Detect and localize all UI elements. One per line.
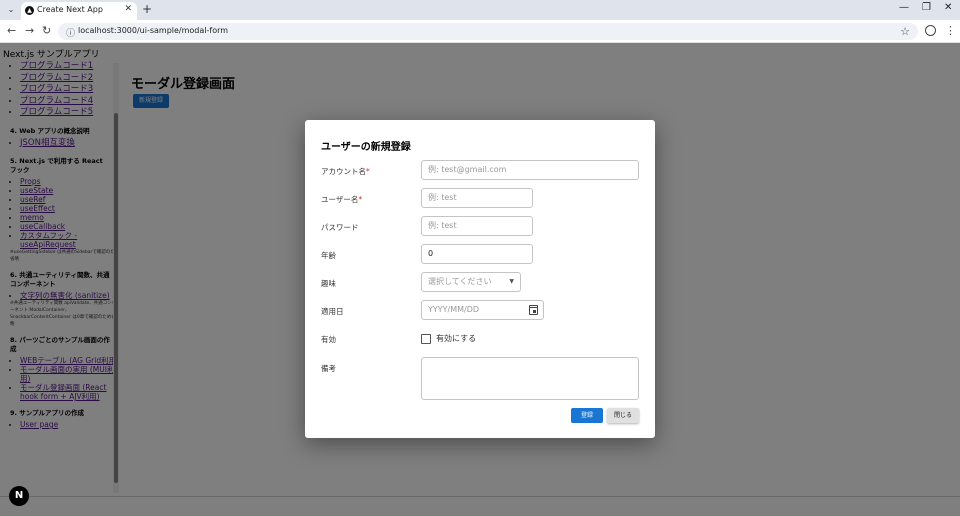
hobby-select-value: 選択してください	[428, 277, 492, 286]
back-icon[interactable]: ←	[7, 24, 16, 37]
active-checkbox-label[interactable]: 有効にする	[436, 333, 476, 344]
date-label: 適用日	[321, 307, 344, 316]
password-input[interactable]: 例: test	[421, 216, 533, 236]
hobby-select[interactable]: 選択してください ▼	[421, 272, 521, 292]
omnibox[interactable]: ⓘ localhost:3000/ui-sample/modal-form ☆	[58, 23, 918, 40]
required-mark: *	[366, 167, 370, 176]
age-input[interactable]: 0	[421, 244, 533, 264]
nextjs-dev-indicator-icon[interactable]: N	[9, 486, 29, 506]
close-button[interactable]: 閉じる	[607, 408, 639, 423]
active-label: 有効	[321, 335, 336, 344]
date-input[interactable]: YYYY/MM/DD	[421, 300, 544, 320]
tab-close-icon[interactable]: ✕	[124, 4, 132, 14]
notes-label: 備考	[321, 364, 336, 373]
new-tab-icon[interactable]: +	[142, 2, 152, 16]
register-modal: ユーザーの新規登録 アカウント名* 例: test@gmail.com ユーザー…	[305, 120, 655, 438]
tab-title: Create Next App	[37, 5, 103, 14]
modal-title: ユーザーの新規登録	[321, 142, 411, 153]
account-label: アカウント名*	[321, 167, 370, 176]
dropdown-arrow-icon: ▼	[509, 278, 514, 285]
account-input[interactable]: 例: test@gmail.com	[421, 160, 639, 180]
required-mark: *	[358, 195, 363, 204]
browser-tab[interactable]: ▲ Create Next App ✕	[21, 2, 137, 20]
reload-icon[interactable]: ↻	[42, 24, 51, 37]
submit-button[interactable]: 登録	[571, 408, 603, 423]
window-close-icon[interactable]: ✕	[944, 2, 952, 13]
minimize-icon[interactable]: —	[899, 2, 909, 13]
notes-textarea[interactable]	[421, 357, 639, 400]
browser-menu-icon[interactable]: ⋮	[945, 24, 956, 37]
active-checkbox[interactable]	[421, 334, 431, 344]
forward-icon[interactable]: →	[25, 24, 34, 37]
browser-tab-bar: ⌄ ▲ Create Next App ✕ + — ❐ ✕	[0, 0, 960, 20]
url-text[interactable]: localhost:3000/ui-sample/modal-form	[78, 26, 228, 35]
site-info-icon[interactable]: ⓘ	[66, 26, 75, 39]
nextjs-favicon-icon: ▲	[25, 6, 34, 15]
address-bar: ← → ↻ ⓘ localhost:3000/ui-sample/modal-f…	[0, 20, 960, 43]
tab-search-icon[interactable]: ⌄	[4, 3, 18, 17]
password-label: パスワード	[321, 223, 359, 232]
restore-icon[interactable]: ❐	[922, 2, 931, 13]
age-label: 年齢	[321, 251, 336, 260]
username-label: ユーザー名*	[321, 195, 363, 204]
hobby-label: 趣味	[321, 279, 336, 288]
username-input[interactable]: 例: test	[421, 188, 533, 208]
profile-icon[interactable]	[925, 25, 936, 36]
bookmark-star-icon[interactable]: ☆	[900, 25, 910, 38]
calendar-icon[interactable]	[529, 305, 538, 315]
date-input-placeholder: YYYY/MM/DD	[428, 305, 480, 314]
